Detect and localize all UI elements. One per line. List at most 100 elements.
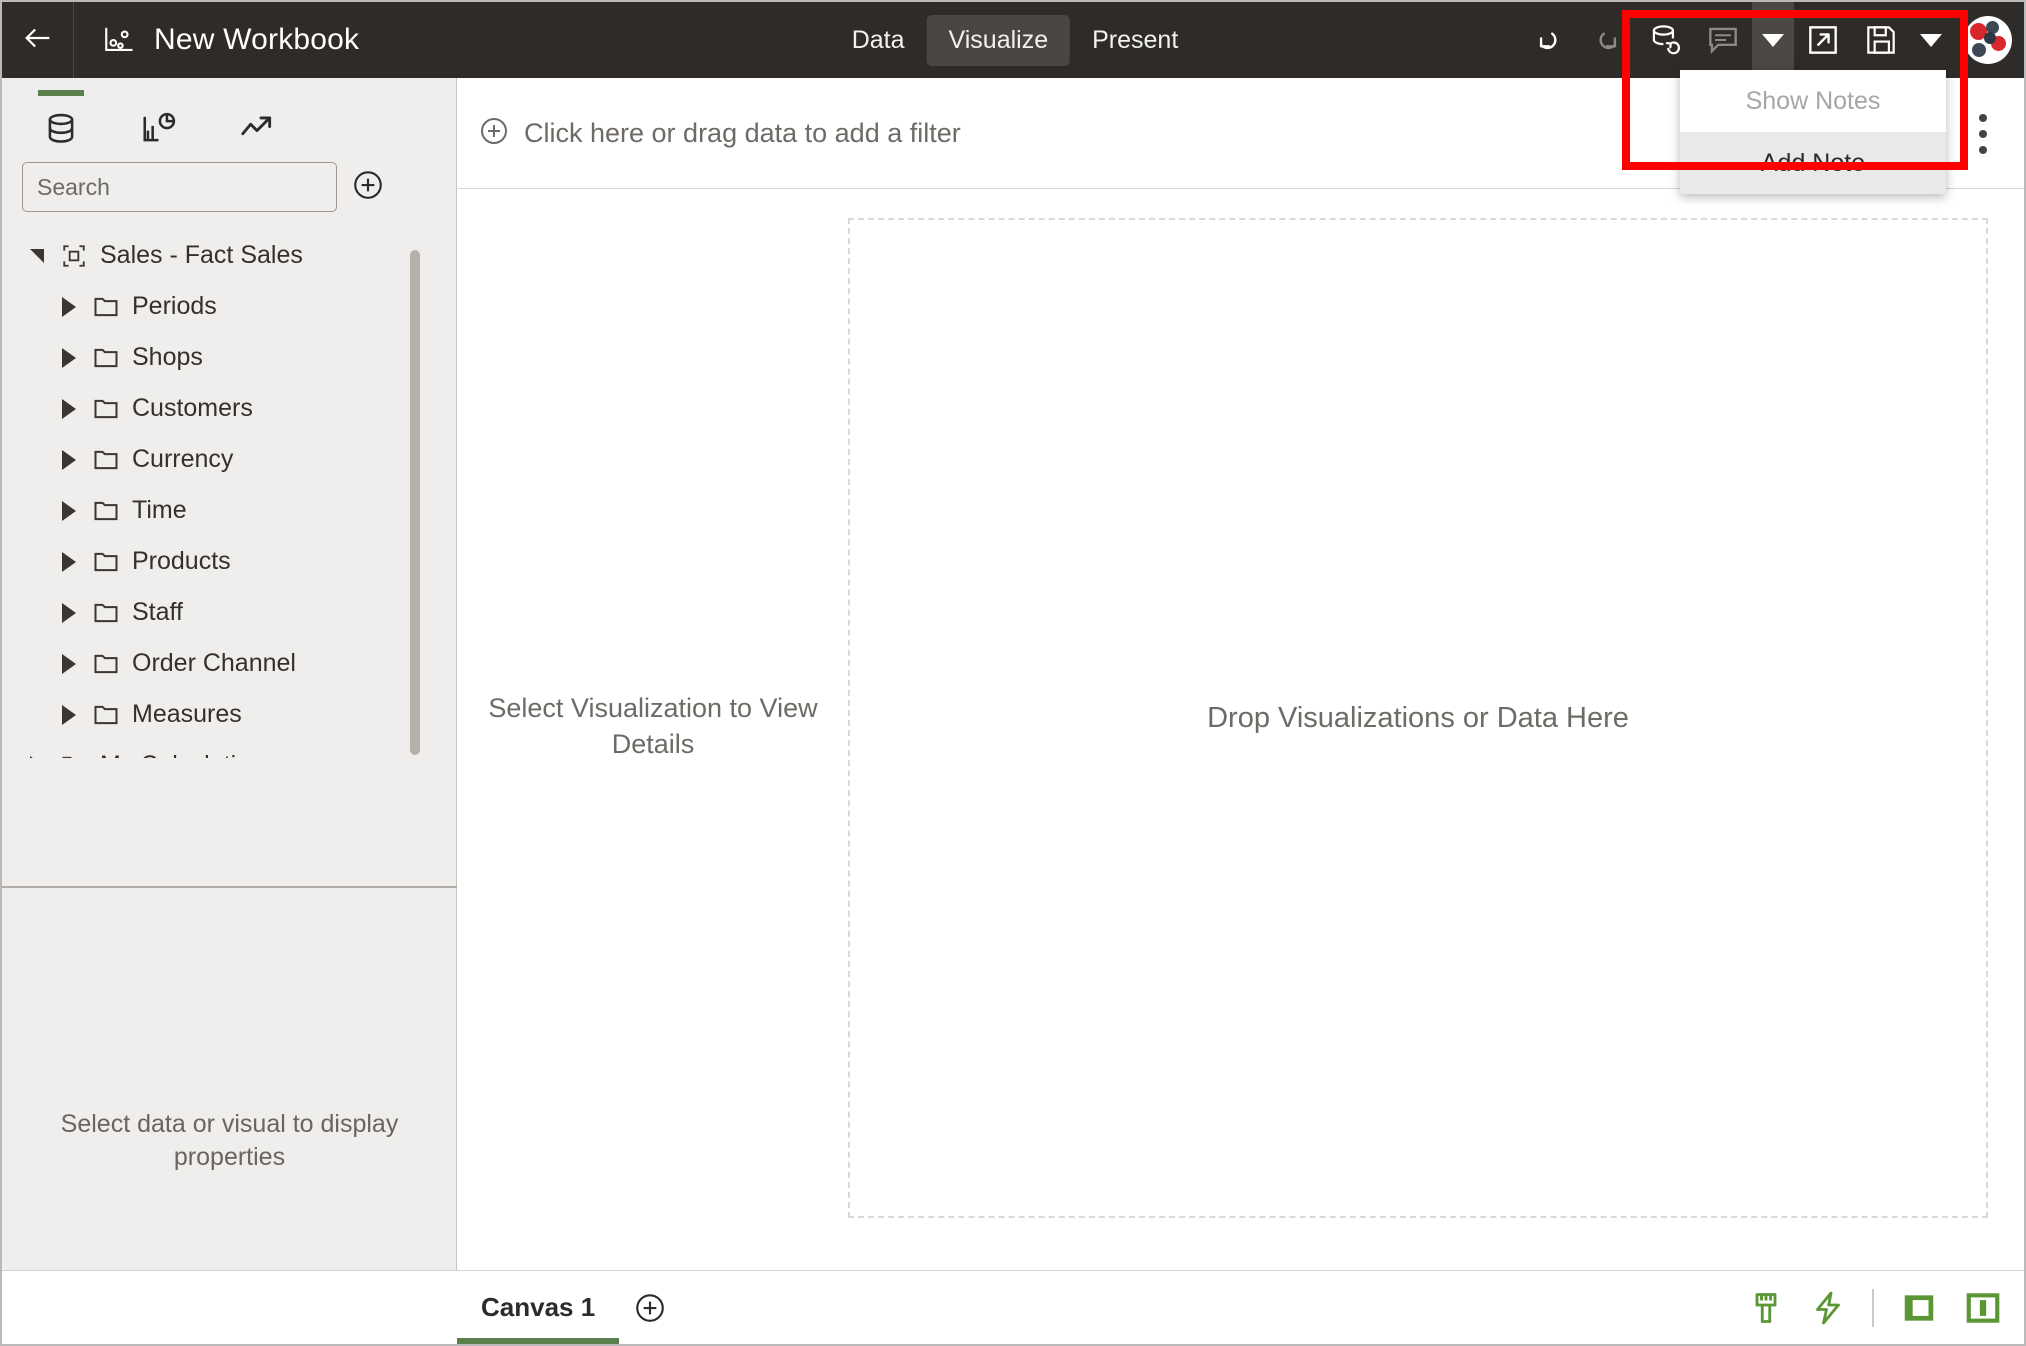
workbook-title-group: New Workbook [74,23,359,57]
refresh-data-button[interactable] [1636,2,1694,78]
tree-item-products[interactable]: Products [2,536,456,587]
plus-circle-icon[interactable] [351,168,385,207]
folder-icon [84,344,128,372]
undo-icon [1530,21,1568,59]
chevron-right-icon[interactable] [54,500,84,521]
folder-icon [84,650,128,678]
tree-item-currency[interactable]: Currency [2,434,456,485]
chevron-right-icon[interactable] [54,653,84,674]
undo-button[interactable] [1520,2,1578,78]
tree-item-label: Currency [132,445,234,473]
visualization-details-message: Select Visualization to View Details [488,693,818,760]
search-box[interactable] [22,162,337,212]
save-button[interactable] [1852,2,1910,78]
chevron-right-icon[interactable] [54,449,84,470]
tree-item-sales-fact-sales[interactable]: Sales - Fact Sales [2,230,456,281]
tree-item-label: Products [132,547,231,575]
tree-item-label: Measures [132,700,242,728]
tree-item-shops[interactable]: Shops [2,332,456,383]
notes-button[interactable] [1694,2,1752,78]
sidebar-scrollbar[interactable] [410,250,420,755]
paintbrush-icon[interactable] [1748,1290,1784,1326]
tree-item-staff[interactable]: Staff [2,587,456,638]
menu-item-add-note[interactable]: Add Note [1680,132,1946,194]
chevron-down-icon [1762,33,1784,47]
canvas-drop-zone[interactable]: Drop Visualizations or Data Here [848,218,1988,1218]
chevron-right-icon[interactable] [54,602,84,623]
tree-item-label: Time [132,496,187,524]
scrollbar-thumb[interactable] [410,250,420,755]
bottom-bar: Canvas 1 [2,1270,2024,1344]
notes-dropdown-toggle[interactable] [1752,2,1794,78]
back-button[interactable] [2,2,74,78]
tree-item-label: Order Channel [132,649,296,677]
tree-item-measures[interactable]: Measures [2,689,456,740]
tree-item-periods[interactable]: Periods [2,281,456,332]
tree-item-order-channel[interactable]: Order Channel [2,638,456,689]
tree-item-label: Shops [132,343,203,371]
folder-icon [84,599,128,627]
properties-placeholder-message: Select data or visual to display propert… [60,1110,399,1171]
workbook-app: New Workbook Data Visualize Present Show… [0,0,2026,1346]
redo-button[interactable] [1578,2,1636,78]
chevron-right-icon[interactable] [22,755,52,758]
tab-visualize[interactable]: Visualize [926,14,1071,66]
folder-icon [84,446,128,474]
kebab-menu-icon[interactable] [1968,113,1998,154]
main-nav-tabs: Data Visualize Present [830,14,1201,66]
toolbar-actions [1520,2,2024,78]
save-floppy-icon [1862,21,1900,59]
panel-left-toggle-icon[interactable] [1900,1289,1938,1327]
add-canvas-button[interactable] [633,1291,667,1325]
chevron-down-icon[interactable] [22,248,52,263]
sidebar-tab-strip [2,78,456,148]
tree-item-label: Periods [132,292,217,320]
top-bar: New Workbook Data Visualize Present [2,2,2024,78]
save-dropdown-toggle[interactable] [1910,2,1952,78]
tree-item-label: Sales - Fact Sales [100,241,303,269]
canvas-area: Select Visualization to View Details Dro… [458,190,2024,1274]
chevron-right-icon[interactable] [54,347,84,368]
bottom-bar-actions [1748,1288,2002,1327]
sidebar-tab-analytics[interactable] [226,90,288,148]
add-filter-button[interactable]: Click here or drag data to add a filter [458,115,961,152]
left-sidebar: Sales - Fact Sales Periods Shops [2,78,457,1274]
tree-item-my-calculations[interactable]: My Calculations [2,740,456,758]
dataset-icon [52,243,96,269]
tree-item-time[interactable]: Time [2,485,456,536]
sidebar-divider [2,886,457,888]
folder-icon [84,293,128,321]
tree-item-label: My Calculations [96,751,276,758]
tree-item-customers[interactable]: Customers [2,383,456,434]
canvas-tab-strip: Canvas 1 [2,1271,667,1344]
folder-icon [84,548,128,576]
redo-icon [1588,21,1626,59]
canvas-tab-1[interactable]: Canvas 1 [457,1271,620,1344]
trendline-analytics-icon [238,110,276,148]
lightning-bolt-icon[interactable] [1810,1290,1846,1326]
avatar[interactable] [1964,16,2012,64]
folder-icon [52,752,96,758]
export-button[interactable] [1794,2,1852,78]
menu-item-show-notes[interactable]: Show Notes [1680,70,1946,132]
sidebar-tab-visualizations[interactable] [128,90,190,148]
open-external-icon [1804,21,1842,59]
sidebar-tab-data[interactable] [30,90,92,148]
panel-right-toggle-icon[interactable] [1964,1289,2002,1327]
folder-icon [84,395,128,423]
chevron-right-icon[interactable] [54,704,84,725]
chevron-right-icon[interactable] [54,296,84,317]
sidebar-search-row [2,148,456,212]
toolbar-divider [1872,1288,1874,1327]
add-filter-label: Click here or drag data to add a filter [524,118,961,148]
tab-data[interactable]: Data [830,15,927,66]
chevron-right-icon[interactable] [54,551,84,572]
chevron-right-icon[interactable] [54,398,84,419]
folder-icon [84,701,128,729]
folder-icon [84,497,128,525]
database-icon [42,110,80,148]
search-input[interactable] [37,173,322,201]
tab-present[interactable]: Present [1070,15,1200,66]
notes-dropdown-menu: Show Notes Add Note [1680,70,1946,194]
data-tree: Sales - Fact Sales Periods Shops Custome… [2,230,456,758]
